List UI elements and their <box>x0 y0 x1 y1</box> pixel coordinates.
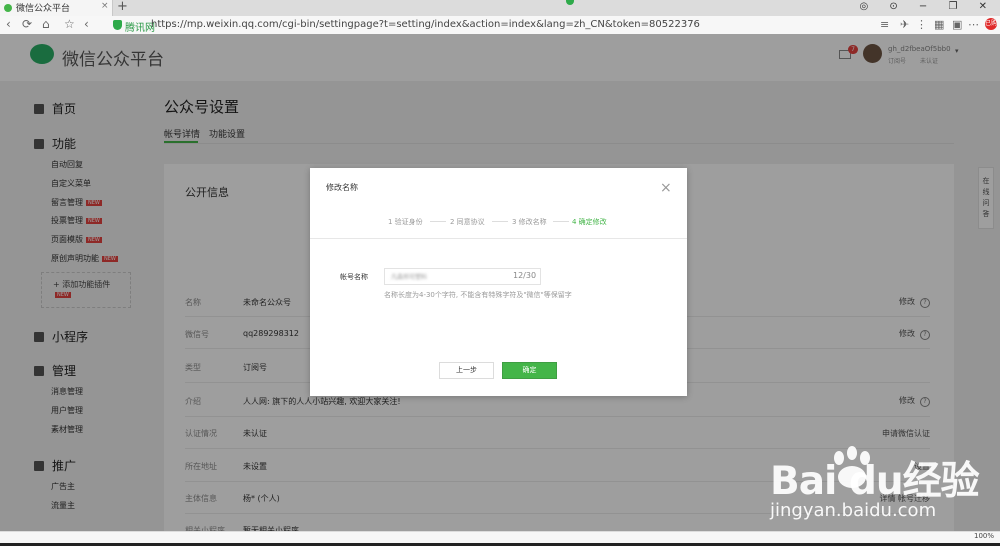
dialog-title: 修改名称 <box>326 183 358 192</box>
char-counter: 12/30 <box>513 271 537 280</box>
field-hint: 名称长度为4-30个字符, 不能含有特殊字符及"微信"等保留字 <box>384 291 572 299</box>
browser-tab-strip <box>0 0 1000 16</box>
close-icon[interactable]: × <box>660 180 672 196</box>
step-confirm: 4 确定修改 <box>572 218 607 226</box>
new-tab-button[interactable]: + <box>117 0 128 14</box>
wechat-favicon-icon <box>4 4 12 12</box>
browser-tab[interactable]: 微信公众平台 × <box>0 0 113 16</box>
zoom-level[interactable]: 100% <box>974 532 994 540</box>
overflow-icon[interactable]: ⋯ <box>968 18 979 31</box>
extension-badge[interactable]: 已购 <box>985 18 997 30</box>
tab-close-icon[interactable]: × <box>101 1 109 11</box>
watermark-url: jingyan.baidu.com <box>770 500 937 521</box>
confirm-button[interactable]: 确定 <box>502 362 557 379</box>
address-bar[interactable]: https://mp.weixin.qq.com/cgi-bin/setting… <box>151 19 700 30</box>
dialog-divider <box>310 238 687 239</box>
account-name-value: 凡森邦可塑料 <box>391 274 428 281</box>
previous-step-button[interactable]: 上一步 <box>439 362 494 379</box>
step-connector <box>553 221 569 222</box>
screenshot-icon[interactable]: ▣ <box>952 18 962 31</box>
history-back-icon[interactable]: ‹ <box>84 17 89 31</box>
home-icon[interactable]: ⌂ <box>42 17 50 31</box>
grid-icon[interactable]: ▦ <box>934 18 944 31</box>
more-icon[interactable]: ⋮ <box>916 18 927 31</box>
step-connector <box>492 221 508 222</box>
step-verify: 1 验证身份 <box>388 218 423 226</box>
browser-tab-title: 微信公众平台 <box>16 4 71 14</box>
reload-icon[interactable]: ⟳ <box>22 17 32 31</box>
secure-shield-icon <box>113 20 122 30</box>
step-agree: 2 同意协议 <box>450 218 485 226</box>
menu-icon[interactable]: ≡ <box>880 18 889 31</box>
star-icon[interactable]: ☆ <box>64 17 75 31</box>
watermark-logo: Bai du经验 <box>770 459 980 504</box>
step-connector <box>430 221 446 222</box>
plane-icon[interactable]: ✈ <box>900 18 909 31</box>
step-modify: 3 修改名称 <box>512 218 547 226</box>
window-controls[interactable]: ◎ ⊙ − ❐ ✕ <box>859 1 996 12</box>
back-icon[interactable]: ‹ <box>6 17 11 31</box>
field-label: 帐号名称 <box>340 273 368 281</box>
